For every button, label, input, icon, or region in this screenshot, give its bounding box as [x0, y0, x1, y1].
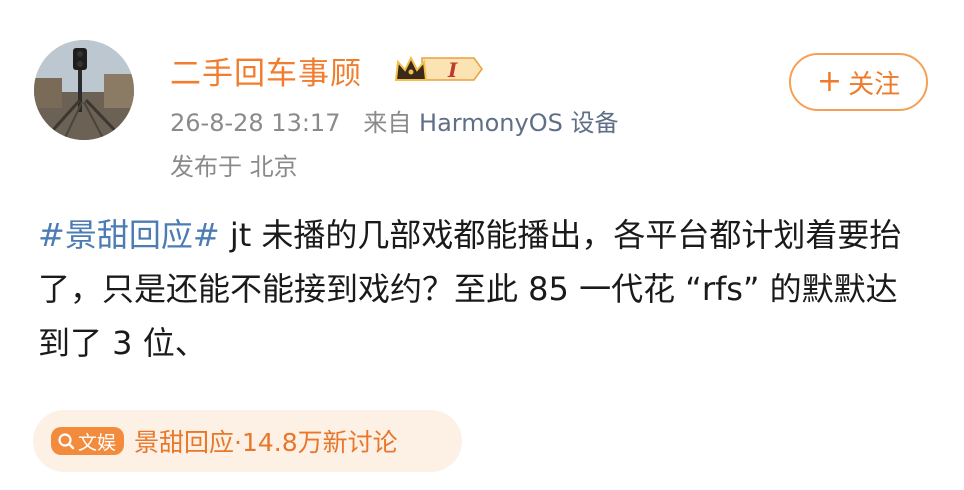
level-text: I [447, 58, 458, 82]
avatar[interactable] [34, 40, 134, 140]
source-prefix: 来自 [363, 109, 412, 137]
source-device[interactable]: HarmonyOS 设备 [419, 109, 618, 137]
plus-icon: + [816, 64, 843, 99]
follow-label: 关注 [848, 69, 901, 100]
topic-link[interactable]: #景甜回应# [38, 216, 220, 254]
post-time: 26-8-28 13:17 [170, 109, 341, 137]
post-meta: 26-8-28 13:17 来自 HarmonyOS 设备 [170, 103, 618, 138]
chip-tag-label: 文娱 [78, 431, 117, 454]
search-icon [58, 433, 75, 450]
crown-level-icon[interactable]: I [392, 52, 484, 86]
railway-signal-photo [34, 40, 134, 140]
author-name[interactable]: 二手回车事顾 [170, 48, 362, 93]
chip-text: 景甜回应·14.8万新讨论 [134, 428, 398, 457]
post-location: 发布于 北京 [170, 153, 298, 181]
topic-chip[interactable]: 文娱 景甜回应·14.8万新讨论 [33, 410, 462, 472]
follow-button[interactable]: + 关注 [789, 53, 928, 111]
chip-tag: 文娱 [51, 427, 125, 455]
post-content: #景甜回应# jt 未播的几部戏都能播出，各平台都计划着要抬了，只是还能不能接到… [38, 208, 928, 370]
